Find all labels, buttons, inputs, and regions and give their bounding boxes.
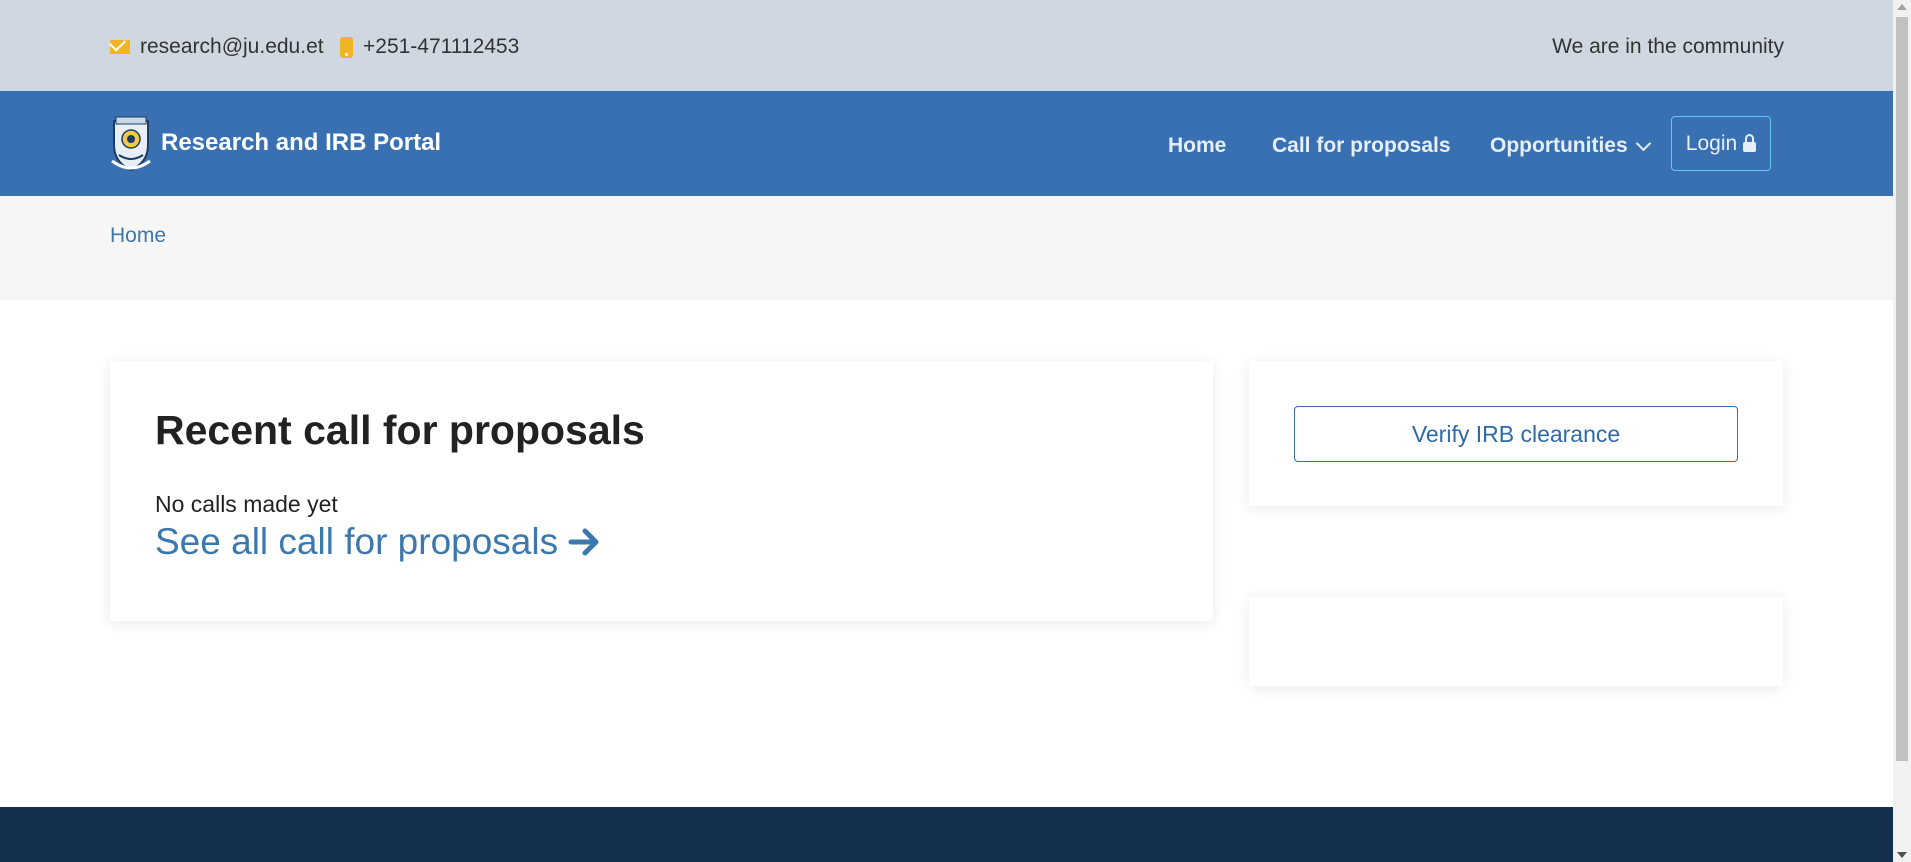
sidebar-empty-card — [1249, 597, 1783, 686]
nav-home[interactable]: Home — [1168, 134, 1226, 158]
top-contact-bar: research@ju.edu.et +251-471112453 We are… — [0, 0, 1893, 91]
nav-call-for-proposals[interactable]: Call for proposals — [1272, 134, 1451, 158]
email-text: research@ju.edu.et — [140, 35, 324, 58]
chevron-down-icon — [1635, 135, 1651, 151]
empty-message: No calls made yet — [155, 491, 338, 517]
breadcrumb: Home — [0, 196, 1893, 300]
logo-crest-icon[interactable] — [110, 115, 152, 173]
phone-contact[interactable]: +251-471112453 — [340, 35, 519, 59]
vertical-scrollbar[interactable] — [1893, 0, 1911, 862]
recent-calls-card: Recent call for proposals No calls made … — [110, 361, 1213, 621]
see-all-link[interactable]: See all call for proposals — [155, 521, 602, 563]
recent-calls-title: Recent call for proposals — [155, 407, 645, 453]
scroll-down-icon[interactable] — [1897, 852, 1907, 858]
footer — [0, 807, 1893, 862]
verify-irb-button[interactable]: Verify IRB clearance — [1294, 406, 1738, 462]
lock-icon — [1743, 133, 1757, 152]
breadcrumb-home[interactable]: Home — [110, 224, 166, 248]
email-contact[interactable]: research@ju.edu.et — [110, 35, 324, 59]
scroll-up-icon[interactable] — [1897, 4, 1907, 10]
page: research@ju.edu.et +251-471112453 We are… — [0, 0, 1893, 862]
nav-opportunities-label: Opportunities — [1490, 134, 1628, 157]
verify-card: Verify IRB clearance — [1249, 361, 1783, 506]
phone-icon — [340, 36, 353, 58]
site-brand[interactable]: Research and IRB Portal — [161, 129, 441, 157]
arrow-right-icon — [568, 528, 599, 556]
phone-text: +251-471112453 — [363, 35, 520, 58]
nav-opportunities[interactable]: Opportunities — [1490, 134, 1651, 158]
mail-icon — [110, 40, 130, 54]
community-tagline: We are in the community — [1552, 35, 1784, 58]
main-navbar: Research and IRB Portal Home Call for pr… — [0, 91, 1893, 196]
login-button[interactable]: Login — [1671, 116, 1771, 171]
login-label: Login — [1685, 131, 1738, 155]
see-all-label: See all call for proposals — [155, 521, 559, 562]
scroll-thumb[interactable] — [1896, 17, 1908, 761]
